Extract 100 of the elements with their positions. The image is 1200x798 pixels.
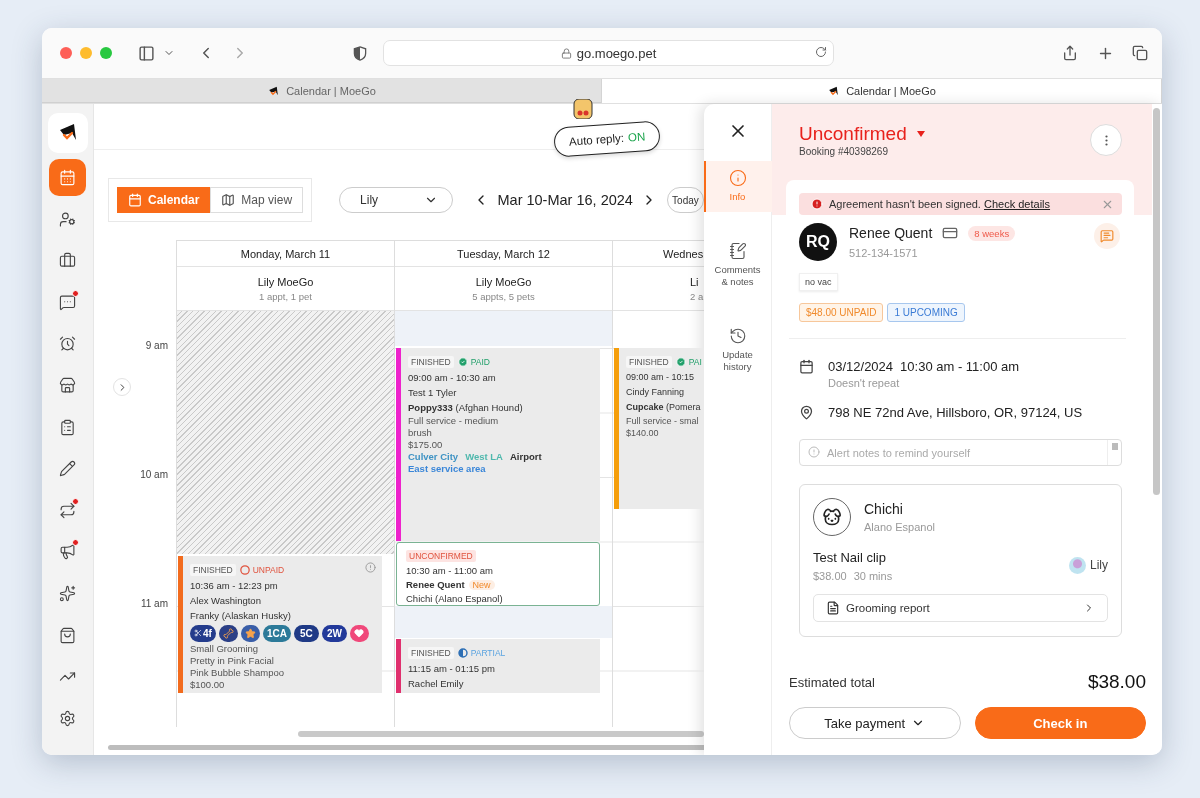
price: $140.00 [626, 427, 660, 439]
client-name: Test 1 Tyler [408, 386, 457, 400]
service-area: East service area [408, 463, 486, 475]
reload-icon[interactable] [815, 46, 827, 58]
grooming-report-button[interactable]: Grooming report [813, 594, 1108, 622]
tab-title: Calendar | MoeGo [846, 85, 936, 97]
frequency-tag: 8 weeks [968, 225, 1016, 241]
time-label: 10 am [139, 469, 169, 482]
pet-name: Chichi [864, 501, 904, 517]
status-badge[interactable]: 1 UPCOMING [887, 303, 965, 322]
store-icon [59, 377, 76, 395]
share-icon[interactable] [1062, 45, 1078, 61]
url-text: go.moego.pet [576, 45, 657, 61]
status-tag: FINISHED [190, 564, 236, 576]
service-name: Full service - medium [408, 415, 500, 427]
status-tag: FINISHED [408, 356, 454, 368]
staff-select[interactable]: Lily [339, 187, 454, 213]
stars-icon [59, 585, 76, 603]
take-payment-button[interactable]: Take payment [789, 707, 961, 739]
today-button[interactable]: Today [666, 187, 704, 213]
repeat-icon [59, 501, 76, 519]
price: $100.00 [190, 679, 226, 691]
status-tag: UNCONFIRMED [406, 550, 476, 562]
client-name: Cindy Fanning [626, 386, 685, 399]
caret-icon [916, 131, 925, 137]
estimated-total-label: Estimated total [789, 674, 875, 690]
address: 798 NE 72nd Ave, Hillsboro, OR, 97124, US [828, 405, 1083, 420]
price: $175.00 [408, 439, 444, 451]
message-icon [1100, 229, 1114, 243]
appointment-card[interactable]: FINISHED PARTIAL 11:15 am - 01:15 pm Rachel Emily [396, 639, 600, 693]
appointment-summary: 2 a [690, 290, 704, 302]
day-header: Monday, March 11 [177, 241, 394, 267]
appointment-summary: 1 appt, 1 pet [259, 290, 312, 302]
drawer-tab[interactable]: Comments & notes [703, 234, 772, 297]
tab-overview-icon[interactable] [1132, 45, 1148, 61]
lock-icon [560, 47, 572, 59]
payment-status: UNPAID [252, 565, 285, 575]
appointment-time: 10:30 am - 11:00 am [900, 359, 1020, 374]
client-name: Renee Quent [406, 578, 465, 592]
briefcase-icon [59, 252, 76, 270]
staff-name: Li [690, 275, 699, 288]
staff-name: Lily MoeGo [475, 275, 532, 288]
appointment-card[interactable]: FINISHED PAID 09:00 am - 10:30 am Test 1 Tyler Poppy333 (Afghan Hound) Full service - medium brush $175.00 Culver City West LA Airport East service area [396, 348, 600, 541]
date-range: Mar 10-Mar 16, 2024 [497, 192, 633, 208]
clipboard-icon [59, 418, 76, 436]
close-window-button[interactable] [60, 47, 72, 59]
staff-name: Lily [1090, 558, 1108, 572]
status-dropdown[interactable]: Unconfirmed [799, 122, 925, 146]
location-pin-icon [799, 405, 814, 420]
estimated-total-amount: $38.00 [1087, 671, 1146, 693]
service-name: brush [408, 427, 433, 439]
check-details-link[interactable]: Check details [984, 198, 1051, 210]
service-name: Pink Bubble Shampoo [190, 667, 285, 679]
resize-handle[interactable] [1107, 440, 1121, 465]
pet-code-badge: 1CA [262, 624, 291, 642]
info-icon [728, 169, 747, 187]
auto-reply-label: Auto reply: [568, 131, 625, 148]
pet-name: Franky (Alaskan Husky) [190, 609, 292, 623]
sidebar-toggle-icon[interactable] [138, 44, 155, 62]
appointment-card[interactable]: UNCONFIRMED 10:30 am - 11:00 am Renee Quent New Chichi (Alano Espanol) [396, 542, 600, 606]
dog-icon [822, 507, 842, 527]
settings-icon [59, 709, 76, 727]
alert-icon [808, 446, 820, 458]
address-bar[interactable]: go.moego.pet [383, 40, 834, 66]
status-tag: FINISHED [626, 356, 672, 368]
calendar-icon [128, 193, 142, 207]
shopping-bag-icon [59, 626, 76, 644]
client-avatar: RQ [799, 223, 837, 261]
time-label: 11 am [139, 598, 169, 611]
drawer-tab[interactable]: Update history [703, 319, 772, 382]
client-tag: no vac [799, 273, 838, 291]
pencil-icon [59, 460, 76, 478]
logo-tile[interactable] [47, 113, 88, 153]
alert-notes-field[interactable]: Alert notes to remind yourself [799, 439, 1122, 466]
megaphone-icon [59, 543, 76, 561]
alert-icon [811, 198, 823, 210]
appointment-card[interactable]: FINISHED UNPAID 10:36 am - 12:23 pm Alex Washington Franky (Alaskan Husky) 4f 1CA 5C 2W Small Grooming Pretty in Pink Facial Pink Bubble Shampoo $100.00 [178, 556, 382, 693]
service-area: Culver City [408, 451, 459, 463]
client-name: Alex Washington [190, 594, 261, 608]
scrollbar[interactable] [1153, 108, 1160, 495]
pet-code-badge: 5C [293, 624, 319, 642]
service-name: Pretty in Pink Facial [190, 655, 275, 667]
appointment-card[interactable]: FINISHED PAI 09:00 am - 10:15 Cindy Fanning Cupcake (Pomera Full service - smal $140.00 [614, 348, 704, 509]
scrollbar[interactable] [298, 731, 704, 737]
browser-tab[interactable]: Calendar | MoeGo [42, 79, 602, 103]
client-name: Renee Quent [849, 225, 933, 241]
tab-title: Calendar | MoeGo [286, 85, 376, 97]
shield-icon[interactable] [353, 45, 367, 61]
notes-icon [728, 242, 747, 260]
user-gear-icon [59, 210, 76, 228]
payment-status: PAID [470, 357, 490, 367]
status-tag: FINISHED [408, 647, 454, 659]
map-icon [221, 193, 236, 207]
staff-avatar [1069, 556, 1086, 574]
appointment-time: 09:00 am - 10:15 [626, 371, 696, 384]
history-icon [728, 327, 747, 345]
view-tab[interactable]: Map view [210, 187, 304, 213]
service-area: Airport [510, 451, 542, 463]
repeat-info: Doesn't repeat [828, 377, 901, 389]
client-phone: 512-134-1571 [849, 247, 919, 259]
